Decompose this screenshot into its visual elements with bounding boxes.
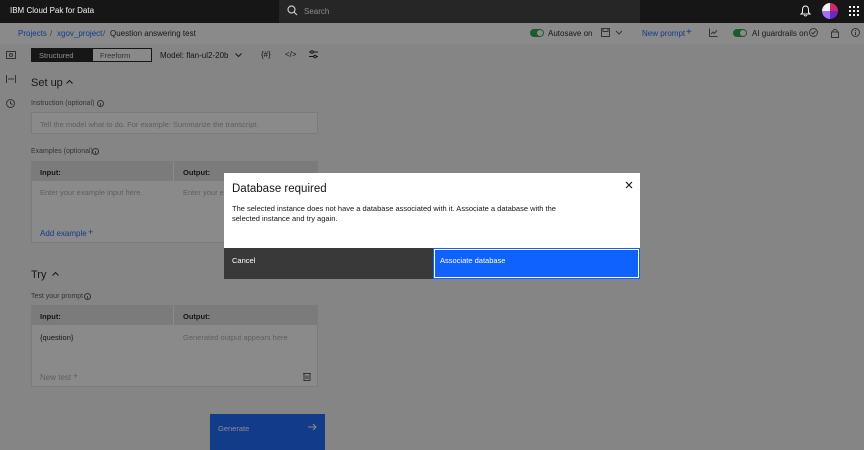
avatar[interactable] bbox=[822, 3, 838, 19]
global-search[interactable] bbox=[279, 0, 640, 23]
product-name[interactable]: IBM Cloud Pak for Data bbox=[10, 6, 94, 15]
close-icon[interactable] bbox=[625, 181, 633, 189]
search-icon bbox=[287, 5, 298, 16]
dialog-message: The selected instance does not have a da… bbox=[232, 204, 556, 223]
cancel-button[interactable]: Cancel bbox=[224, 248, 433, 279]
associate-database-button[interactable]: Associate database bbox=[433, 248, 640, 279]
apps-grid-icon[interactable] bbox=[849, 6, 859, 16]
bell-icon[interactable] bbox=[800, 5, 811, 17]
dialog-title: Database required bbox=[232, 183, 327, 195]
search-input[interactable]: Search bbox=[304, 7, 329, 16]
